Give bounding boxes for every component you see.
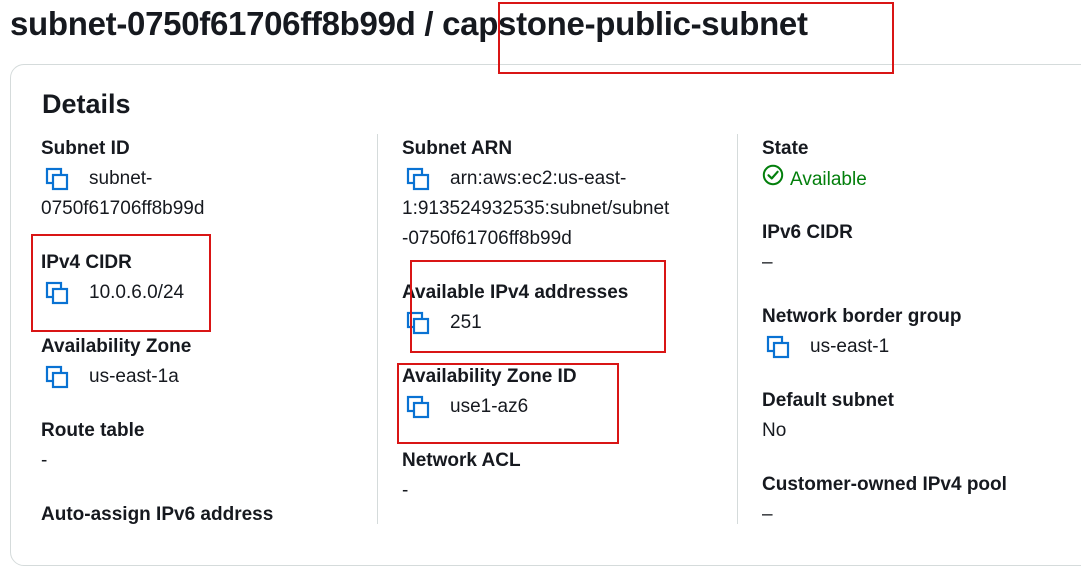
ipv6-cidr-field: IPv6 CIDR – bbox=[762, 218, 853, 278]
subnet-arn-value-line2: 1:913524932535:subnet/subnet bbox=[402, 198, 670, 219]
availability-zone-field: Availability Zone us-east-1a bbox=[41, 332, 191, 392]
column-divider bbox=[737, 134, 738, 524]
state-value: Available bbox=[790, 169, 867, 190]
network-acl-value: - bbox=[402, 480, 409, 501]
route-table-label: Route table bbox=[41, 420, 145, 441]
route-table-value: - bbox=[41, 450, 48, 471]
subnet-arn-value-line1: arn:aws:ec2:us-east- bbox=[450, 168, 627, 189]
network-border-group-value: us-east-1 bbox=[810, 336, 890, 357]
auto-assign-ipv6-label: Auto-assign IPv6 address bbox=[41, 504, 274, 525]
default-subnet-value: No bbox=[762, 420, 787, 441]
ipv6-cidr-value: – bbox=[762, 252, 773, 273]
highlight-box-availability-zone-id bbox=[397, 363, 619, 444]
status-check-icon bbox=[762, 164, 790, 196]
network-acl-field: Network ACL - bbox=[402, 446, 521, 506]
subnet-arn-value-line3: -0750f61706ff8b99d bbox=[402, 228, 572, 249]
network-border-group-field: Network border group us-east-1 bbox=[762, 302, 962, 362]
subnet-id-label: Subnet ID bbox=[41, 138, 130, 159]
subnet-arn-field: Subnet ARN arn:aws:ec2:us-east- 1:913524… bbox=[402, 134, 669, 254]
highlight-box-available-ipv4 bbox=[410, 260, 666, 353]
default-subnet-label: Default subnet bbox=[762, 390, 894, 411]
subnet-id-value-line2: 0750f61706ff8b99d bbox=[41, 198, 205, 219]
default-subnet-field: Default subnet No bbox=[762, 386, 894, 446]
details-heading: Details bbox=[42, 89, 131, 119]
network-acl-label: Network ACL bbox=[402, 450, 521, 471]
copy-icon[interactable] bbox=[402, 164, 450, 194]
subnet-id-value-line1: subnet- bbox=[89, 168, 153, 189]
state-label: State bbox=[762, 138, 809, 159]
subnet-id-title: subnet-0750f61706ff8b99d bbox=[10, 5, 416, 42]
availability-zone-value: us-east-1a bbox=[89, 366, 179, 387]
highlight-box-ipv4-cidr bbox=[31, 234, 211, 332]
route-table-field: Route table - bbox=[41, 416, 144, 476]
availability-zone-label: Availability Zone bbox=[41, 336, 192, 357]
network-border-group-label: Network border group bbox=[762, 306, 962, 327]
ipv6-cidr-label: IPv6 CIDR bbox=[762, 222, 853, 243]
customer-owned-ipv4-pool-field: Customer-owned IPv4 pool – bbox=[762, 470, 1007, 530]
highlight-box-subnet-name bbox=[498, 2, 894, 74]
copy-icon[interactable] bbox=[762, 332, 810, 362]
copy-icon[interactable] bbox=[41, 362, 89, 392]
state-status: Available bbox=[762, 164, 867, 196]
column-divider bbox=[377, 134, 378, 524]
auto-assign-ipv6-field: Auto-assign IPv6 address bbox=[41, 500, 273, 530]
copy-icon[interactable] bbox=[41, 164, 89, 194]
subnet-arn-label: Subnet ARN bbox=[402, 138, 513, 159]
subnet-id-field: Subnet ID subnet- 0750f61706ff8b99d bbox=[41, 134, 204, 224]
customer-owned-ipv4-pool-value: – bbox=[762, 504, 773, 525]
title-separator: / bbox=[415, 5, 443, 42]
state-field: State Available bbox=[762, 134, 867, 196]
customer-owned-ipv4-pool-label: Customer-owned IPv4 pool bbox=[762, 474, 1007, 495]
